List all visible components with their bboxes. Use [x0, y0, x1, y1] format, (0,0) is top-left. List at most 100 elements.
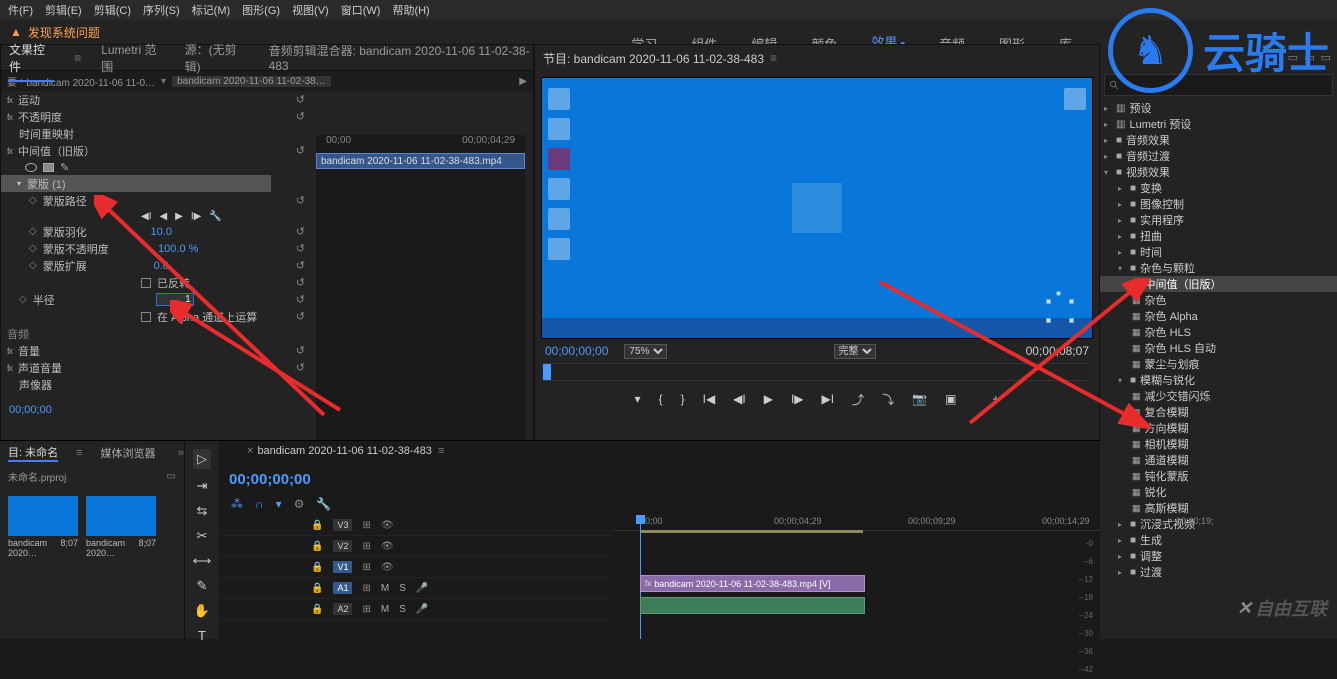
mask-transform-handle[interactable] — [1046, 299, 1074, 323]
stopwatch-icon[interactable]: ◇ — [29, 226, 37, 237]
mask-expand[interactable]: 蒙版扩展 — [43, 258, 87, 274]
mask-1[interactable]: 蒙版 (1) — [27, 176, 66, 192]
solo-icon[interactable]: S — [399, 604, 406, 615]
tree-generate[interactable]: 生成 — [1140, 532, 1162, 548]
reset-icon[interactable]: ↺ — [296, 344, 305, 357]
resolution-select[interactable]: 完整 — [834, 344, 876, 359]
menu-edit[interactable]: 剪辑(E) — [45, 2, 82, 18]
eye-icon[interactable]: 👁 — [381, 541, 394, 552]
snap-icon[interactable]: ⁂ — [231, 497, 243, 511]
reset-icon[interactable]: ↺ — [296, 242, 305, 255]
add-marker-icon[interactable]: ▾ — [635, 392, 641, 406]
fx-unsharp[interactable]: 钝化蒙版 — [1145, 468, 1189, 484]
target-icon[interactable]: ⊞ — [362, 541, 370, 552]
pen-tool-icon[interactable]: ✎ — [197, 578, 208, 594]
settings-icon[interactable]: ⚙ — [294, 497, 305, 511]
compare-icon[interactable]: ▣ — [945, 392, 956, 406]
step-back-icon[interactable]: ◀ — [159, 211, 167, 222]
ripple-tool-icon[interactable]: ⇆ — [197, 503, 208, 519]
mute-icon[interactable]: M — [381, 604, 389, 615]
stopwatch-icon[interactable]: ◇ — [19, 294, 27, 305]
mute-icon[interactable]: M — [381, 583, 389, 594]
fx-opacity[interactable]: 不透明度 — [18, 109, 62, 125]
stopwatch-icon[interactable]: ◇ — [29, 260, 37, 271]
feather-value[interactable]: 10.0 — [151, 226, 172, 238]
track-a1[interactable]: A1 — [333, 582, 352, 594]
project-item[interactable]: bandicam 2020…8;07 — [8, 496, 78, 558]
overflow-icon[interactable]: » — [178, 447, 184, 459]
mask-path[interactable]: 蒙版路径 — [43, 193, 87, 209]
tree-blur[interactable]: 模糊与锐化 — [1140, 372, 1195, 388]
mask-opacity-value[interactable]: 100.0 % — [158, 243, 198, 255]
monitor-ruler[interactable] — [543, 363, 1091, 381]
fx-chan-volume[interactable]: 声道音量 — [18, 360, 62, 376]
fx-channel[interactable]: 通道模糊 — [1145, 452, 1189, 468]
mic-icon[interactable]: 🎤 — [416, 583, 428, 594]
track-v3[interactable]: V3 — [333, 519, 352, 531]
inverted-checkbox[interactable] — [141, 278, 151, 288]
tree-adjust[interactable]: 调整 — [1140, 548, 1162, 564]
fx-directional[interactable]: 方向模糊 — [1145, 420, 1189, 436]
fx-volume[interactable]: 音量 — [18, 343, 40, 359]
tree-presets[interactable]: 预设 — [1129, 100, 1151, 116]
menu-help[interactable]: 帮助(H) — [392, 2, 429, 18]
play-icon[interactable]: ▶ — [175, 211, 183, 222]
tab-lumetri[interactable]: Lumetri 范围 — [101, 41, 164, 75]
eye-icon[interactable]: 👁 — [381, 520, 394, 531]
wrench-icon[interactable]: 🔧 — [316, 497, 331, 511]
stopwatch-icon[interactable]: ◇ — [29, 195, 37, 206]
step-fwd-icon[interactable]: I▶ — [191, 211, 201, 222]
lock-icon[interactable]: 🔒 — [311, 604, 323, 615]
menu-file[interactable]: 件(F) — [8, 2, 33, 18]
rect-mask-icon[interactable] — [43, 163, 54, 172]
sequence-tab[interactable]: bandicam 2020-11-06 11-02-38-483 — [257, 445, 432, 457]
menu-view[interactable]: 视图(V) — [292, 2, 329, 18]
slip-tool-icon[interactable]: ⟷ — [193, 553, 212, 569]
menu-seq[interactable]: 序列(S) — [143, 2, 180, 18]
menu-window[interactable]: 窗口(W) — [341, 2, 381, 18]
step-fwd-icon[interactable]: I▶ — [791, 392, 804, 406]
tree-lumetri[interactable]: Lumetri 预设 — [1129, 116, 1191, 132]
reset-icon[interactable]: ↺ — [296, 293, 305, 306]
track-select-tool-icon[interactable]: ⇥ — [197, 478, 208, 494]
fx-gaussian[interactable]: 高斯模糊 — [1145, 500, 1189, 516]
tree-noise-grain[interactable]: 杂色与颗粒 — [1140, 260, 1195, 276]
tab-fx-controls[interactable]: 文果控件 — [9, 41, 54, 75]
mask-feather[interactable]: 蒙版羽化 — [43, 224, 87, 240]
target-icon[interactable]: ⊞ — [362, 604, 370, 615]
prev-kf-icon[interactable]: ◀I — [141, 211, 151, 222]
tree-transform[interactable]: 变换 — [1140, 180, 1162, 196]
timeline-timecode[interactable]: 00;00;00;00 — [229, 471, 311, 488]
button-editor-icon[interactable]: + — [992, 392, 999, 406]
reset-icon[interactable]: ↺ — [296, 310, 305, 323]
eye-icon[interactable]: 👁 — [381, 562, 394, 573]
extract-icon[interactable]: ⤵ — [882, 391, 894, 408]
zoom-select[interactable]: 75% — [624, 344, 667, 359]
panel-menu-icon[interactable]: ≡ — [76, 447, 82, 459]
link-icon[interactable]: ∩ — [255, 497, 264, 511]
playhead-icon[interactable] — [543, 364, 551, 380]
fx-noise[interactable]: 杂色 — [1145, 292, 1167, 308]
reset-icon[interactable]: ↺ — [296, 259, 305, 272]
reset-icon[interactable]: ↺ — [296, 194, 305, 207]
expand-value[interactable]: 0.0 — [154, 260, 169, 272]
fx-timeremap[interactable]: 时间重映射 — [19, 126, 74, 142]
tree-imgctrl[interactable]: 图像控制 — [1140, 196, 1184, 212]
step-back-icon[interactable]: ◀I — [733, 392, 746, 406]
fx-camera[interactable]: 相机模糊 — [1145, 436, 1189, 452]
reset-icon[interactable]: ↺ — [296, 144, 305, 157]
play-icon[interactable]: ▶ — [764, 392, 773, 406]
tree-time[interactable]: 时间 — [1140, 244, 1162, 260]
clip-tab-b[interactable]: bandicam 2020-11-06 11-02-38… — [172, 76, 331, 87]
ellipse-mask-icon[interactable] — [25, 163, 37, 172]
tab-project[interactable]: 目: 未命名 — [8, 444, 58, 462]
fx-compound[interactable]: 复合模糊 — [1145, 404, 1189, 420]
type-tool-icon[interactable]: T — [198, 628, 206, 643]
fx-median-item[interactable]: 中间值（旧版） — [1145, 276, 1222, 292]
tree-transition[interactable]: 过渡 — [1140, 564, 1162, 580]
lock-icon[interactable]: 🔒 — [311, 583, 323, 594]
radius-label[interactable]: 半径 — [33, 292, 55, 308]
razor-tool-icon[interactable]: ✂ — [197, 528, 208, 544]
fx-noise-hls[interactable]: 杂色 HLS — [1145, 324, 1191, 340]
marker-icon[interactable]: ▾ — [276, 497, 282, 511]
